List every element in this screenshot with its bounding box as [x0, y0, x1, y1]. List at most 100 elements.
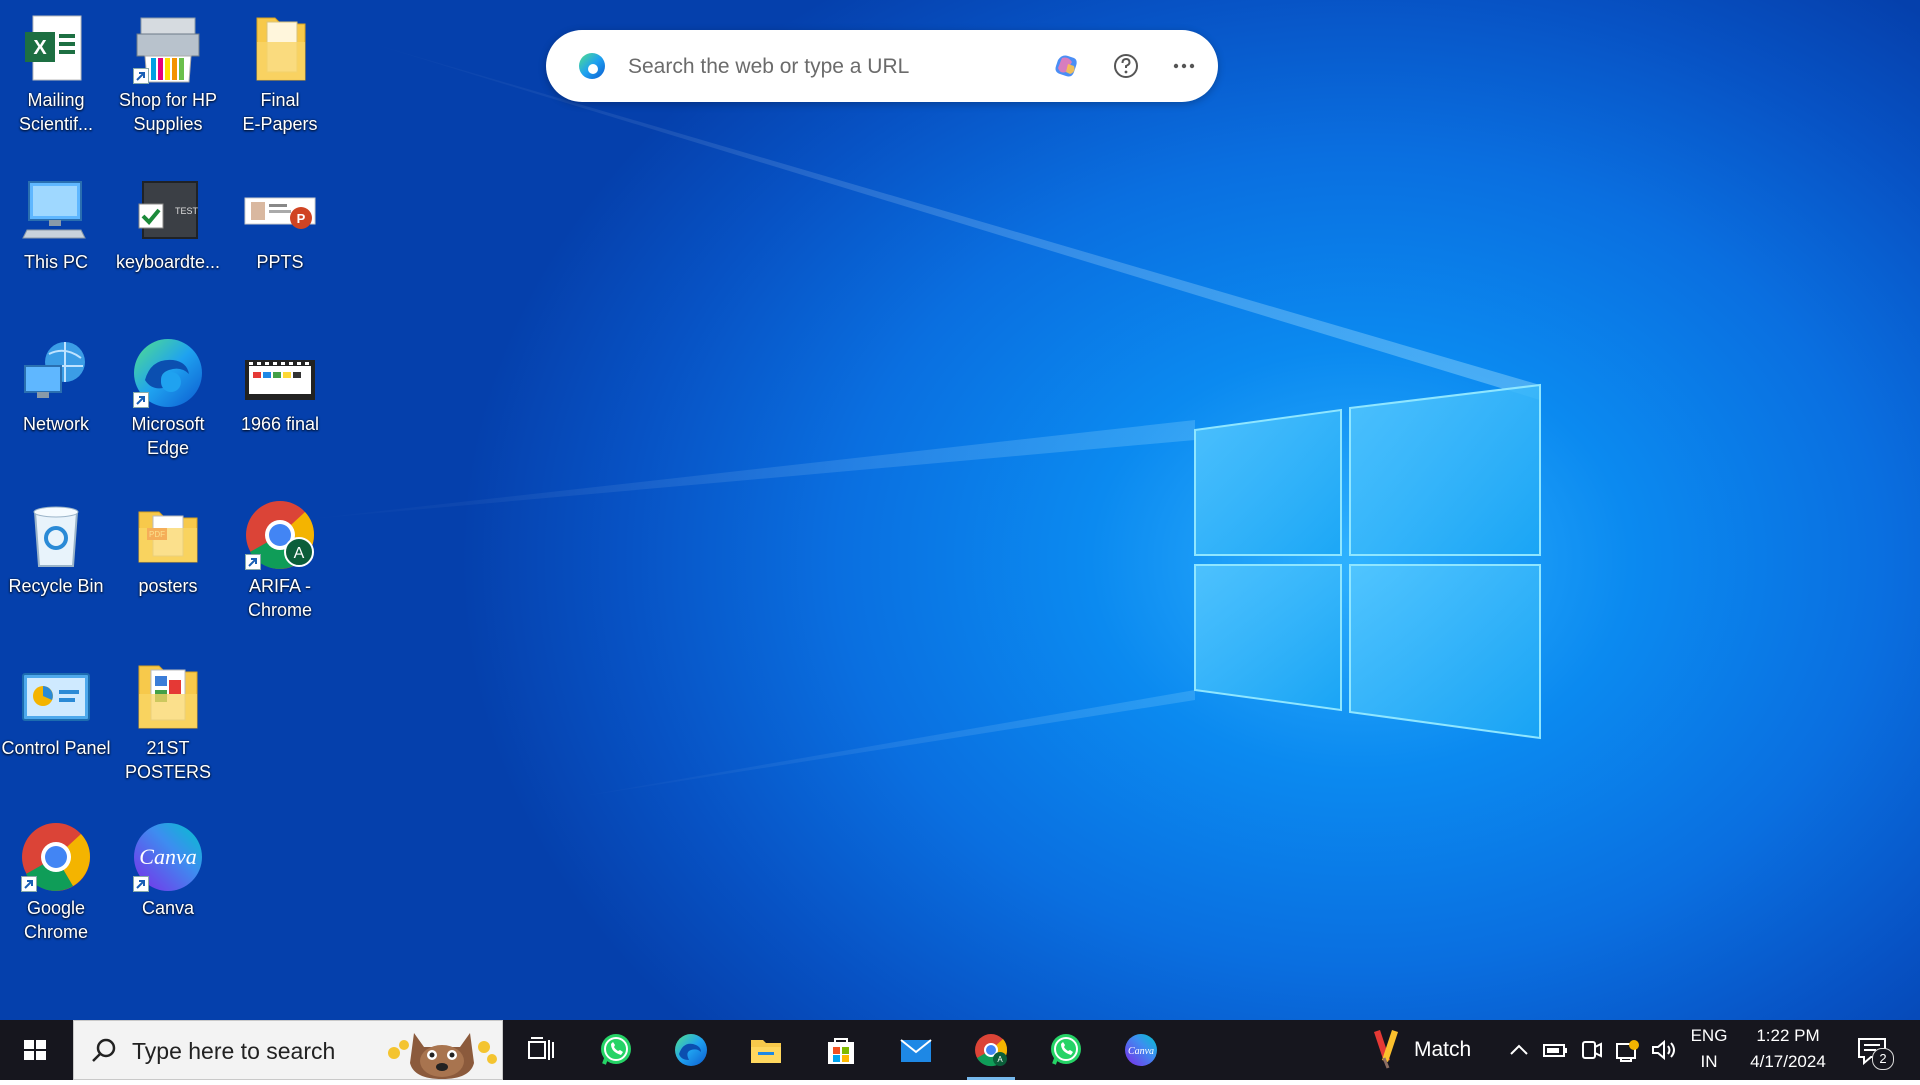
- desktop-icon-label: ARIFA - Chrome: [247, 576, 313, 620]
- taskbar-app-whatsapp-2[interactable]: [1030, 1020, 1102, 1080]
- canva-icon: Canva: [1125, 1034, 1157, 1066]
- match-label: Match: [1414, 1038, 1472, 1061]
- svg-text:P: P: [297, 211, 306, 226]
- canva-icon: Canva: [131, 820, 205, 894]
- clock-time[interactable]: 1:22 PM: [1736, 1026, 1840, 1046]
- taskbar: Type here to search A Canva Match ENG IN…: [0, 1020, 1920, 1080]
- file-explorer-icon: [751, 1040, 781, 1063]
- network-status-icon[interactable]: [1613, 1036, 1641, 1064]
- start-button[interactable]: [0, 1020, 70, 1080]
- powerpoint-icon: P: [243, 174, 317, 248]
- whatsapp-icon: [601, 1034, 631, 1065]
- taskbar-app-chrome[interactable]: A: [955, 1020, 1027, 1080]
- taskbar-app-microsoft-store[interactable]: [805, 1020, 877, 1080]
- edge-icon: [675, 1034, 707, 1066]
- taskbar-search-box[interactable]: Type here to search: [73, 1020, 503, 1080]
- this-pc-icon: [19, 174, 93, 248]
- desktop-icon-ppts[interactable]: P PPTS: [224, 168, 336, 314]
- desktop-icon-label: Final E-Papers: [242, 90, 318, 134]
- desktop-icon-recycle-bin[interactable]: Recycle Bin: [0, 492, 112, 638]
- chrome-icon: A: [975, 1034, 1008, 1067]
- desktop-icon-label: Canva: [141, 898, 195, 918]
- folder-icon: [131, 660, 205, 734]
- taskbar-app-file-explorer[interactable]: [730, 1020, 802, 1080]
- desktop-icon-canva[interactable]: Canva Canva: [112, 814, 224, 960]
- desktop-icon-label: Microsoft Edge: [131, 414, 205, 458]
- desktop-icon-label: keyboardte...: [115, 252, 221, 272]
- taskbar-search-placeholder: Type here to search: [132, 1038, 336, 1064]
- desktop-icon-google-chrome[interactable]: Google Chrome: [0, 814, 112, 960]
- svg-text:TEST: TEST: [175, 206, 199, 216]
- shortcut-arrow-icon: [133, 392, 149, 408]
- edge-icon: [131, 336, 205, 410]
- volume-icon[interactable]: [1649, 1036, 1677, 1064]
- meet-now-icon[interactable]: [1577, 1036, 1605, 1064]
- whatsapp-icon: [1051, 1034, 1081, 1065]
- edge-icon: [579, 53, 605, 79]
- edge-search-widget[interactable]: [546, 30, 1218, 102]
- network-icon: [19, 336, 93, 410]
- folder-icon: [243, 12, 317, 86]
- taskbar-app-mail[interactable]: [880, 1020, 952, 1080]
- desktop-icon-network[interactable]: Network: [0, 330, 112, 476]
- desktop-icon-arifa-chrome[interactable]: A ARIFA - Chrome: [224, 492, 336, 638]
- copilot-icon[interactable]: [1050, 50, 1082, 82]
- desktop-icon-label: PPTS: [256, 252, 304, 272]
- input-region: IN: [1700, 1052, 1718, 1071]
- desktop-icon-final-e-papers[interactable]: Final E-Papers: [224, 6, 336, 152]
- desktop-icon-mailing-scientific[interactable]: X Mailing Scientif...: [0, 6, 112, 152]
- desktop-icon-shop-for-hp-supplies[interactable]: Shop for HP Supplies: [112, 6, 224, 152]
- web-search-input[interactable]: [626, 48, 1050, 86]
- shortcut-arrow-icon: [21, 876, 37, 892]
- shortcut-arrow-icon: [245, 554, 261, 570]
- microsoft-store-icon: [828, 1038, 854, 1064]
- chrome-profile-icon: A: [243, 498, 317, 572]
- search-highlight-dog-icon: [388, 1033, 497, 1079]
- control-panel-icon: [19, 660, 93, 734]
- desktop-icon-21st-posters[interactable]: 21ST POSTERS: [112, 654, 224, 800]
- search-icon: [92, 1038, 116, 1062]
- desktop-icon-posters[interactable]: PDF posters: [112, 492, 224, 638]
- desktop-icon-label: Shop for HP Supplies: [118, 90, 218, 134]
- desktop-icon-label: Recycle Bin: [8, 576, 104, 596]
- desktop-icon-label: Mailing Scientif...: [18, 90, 94, 134]
- desktop-icon-1966-final[interactable]: 1966 final: [224, 330, 336, 476]
- battery-icon[interactable]: [1541, 1036, 1569, 1064]
- excel-file-icon: X: [19, 12, 93, 86]
- taskbar-widget-match[interactable]: Match: [1360, 1020, 1480, 1080]
- recycle-bin-icon: [19, 498, 93, 572]
- show-hidden-icons-chevron-icon[interactable]: [1505, 1036, 1533, 1064]
- video-file-icon: [243, 336, 317, 410]
- svg-text:A: A: [294, 545, 305, 562]
- shortcut-arrow-icon: [133, 876, 149, 892]
- taskbar-app-whatsapp[interactable]: [580, 1020, 652, 1080]
- desktop-icon-label: Network: [22, 414, 89, 434]
- folder-pdf-icon: PDF: [131, 498, 205, 572]
- task-view-icon: [528, 1037, 554, 1060]
- action-center-button[interactable]: 2: [1854, 1032, 1894, 1070]
- keyboard-test-icon: TEST: [131, 174, 205, 248]
- help-icon[interactable]: [1110, 50, 1142, 82]
- desktop-icon-control-panel[interactable]: Control Panel: [0, 654, 112, 800]
- desktop-icon-label: 21ST POSTERS: [124, 738, 212, 782]
- mail-icon: [900, 1039, 932, 1062]
- desktop-icon-keyboardtest[interactable]: TEST keyboardte...: [112, 168, 224, 314]
- svg-text:X: X: [33, 37, 47, 59]
- clock-date[interactable]: 4/17/2024: [1736, 1052, 1840, 1072]
- desktop-icon-this-pc[interactable]: This PC: [0, 168, 112, 314]
- desktop-icon-label: Control Panel: [1, 738, 111, 758]
- shortcut-arrow-icon: [133, 68, 149, 84]
- task-view-button[interactable]: [505, 1020, 577, 1080]
- taskbar-app-canva[interactable]: Canva: [1105, 1020, 1177, 1080]
- desktop: X Mailing Scientif... This PC Network Re…: [0, 0, 1920, 1020]
- more-options-icon[interactable]: [1168, 50, 1200, 82]
- notification-count-badge: 2: [1872, 1048, 1894, 1070]
- cricket-bat-icon: [1374, 1030, 1398, 1069]
- desktop-icon-label: posters: [138, 576, 198, 596]
- input-language[interactable]: ENG: [1684, 1026, 1734, 1046]
- desktop-icon-microsoft-edge[interactable]: Microsoft Edge: [112, 330, 224, 476]
- svg-text:Canva: Canva: [139, 844, 196, 869]
- svg-text:Canva: Canva: [1128, 1046, 1154, 1057]
- hp-printer-icon: [131, 12, 205, 86]
- taskbar-app-edge[interactable]: [655, 1020, 727, 1080]
